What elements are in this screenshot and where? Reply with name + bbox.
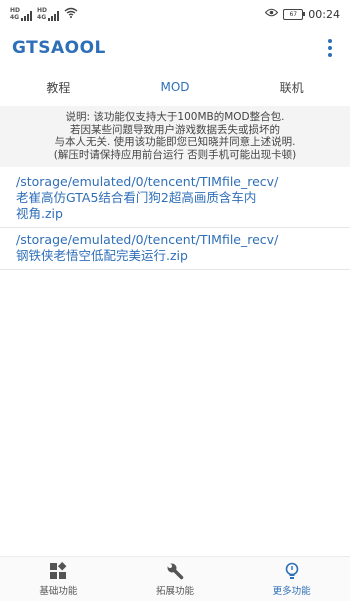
sim2-type: 4G bbox=[37, 14, 47, 21]
file-list: /storage/emulated/0/tencent/TIMfile_recv… bbox=[0, 170, 350, 270]
notice-panel: 说明: 该功能仅支持大于100MB的MOD整合包. 若因某些问题导致用户游戏数据… bbox=[0, 106, 350, 167]
file-path-line: 钢铁侠老悟空低配完美运行.zip bbox=[16, 248, 188, 263]
nav-label: 拓展功能 bbox=[156, 585, 195, 597]
file-path-line: /storage/emulated/0/tencent/TIMfile_recv… bbox=[16, 232, 279, 247]
eye-icon bbox=[265, 8, 279, 20]
status-bar: HD 4G HD 4G 67 00:24 bbox=[0, 0, 350, 28]
apps-icon bbox=[49, 561, 67, 580]
app-bar: GTSAOOL bbox=[0, 28, 350, 68]
notice-line: 若因某些问题导致用户游戏数据丢失或损坏的 bbox=[70, 123, 280, 136]
file-path-line: /storage/emulated/0/tencent/TIMfile_recv… bbox=[16, 174, 279, 189]
battery-icon: 67 bbox=[283, 8, 306, 20]
status-left: HD 4G HD 4G bbox=[10, 7, 78, 21]
overflow-menu-button[interactable] bbox=[324, 33, 336, 63]
wifi-icon bbox=[64, 7, 78, 21]
sim1-label: HD bbox=[10, 7, 21, 14]
clock: 00:24 bbox=[308, 7, 340, 21]
nav-more-functions[interactable]: 更多功能 bbox=[233, 557, 350, 601]
tab-mod[interactable]: MOD bbox=[117, 80, 234, 94]
tab-multiplayer[interactable]: 联机 bbox=[233, 79, 350, 96]
file-path-line: 视角.zip bbox=[16, 206, 63, 221]
bottom-nav: 基础功能 拓展功能 更多功能 bbox=[0, 556, 350, 601]
nav-basic-functions[interactable]: 基础功能 bbox=[0, 557, 117, 601]
notice-line: (解压时请保持应用前台运行 否则手机可能出现卡顿) bbox=[53, 148, 297, 161]
nav-extended-functions[interactable]: 拓展功能 bbox=[117, 557, 234, 601]
wrench-icon bbox=[166, 562, 184, 580]
sim1-type: 4G bbox=[10, 14, 20, 21]
bulb-icon bbox=[283, 562, 301, 580]
sim1-indicator: HD 4G bbox=[10, 7, 33, 21]
dot-icon bbox=[328, 53, 332, 57]
file-item[interactable]: /storage/emulated/0/tencent/TIMfile_recv… bbox=[0, 170, 350, 228]
notice-line: 与本人无关. 使用该功能即您已知晓并同意上述说明. bbox=[54, 136, 296, 148]
signal-icon bbox=[48, 11, 60, 21]
file-path-line: 老崔高仿GTA5结合看门狗2超高画质含车内 bbox=[16, 190, 257, 205]
dot-icon bbox=[328, 39, 332, 43]
signal-icon bbox=[21, 11, 33, 21]
app-title: GTSAOOL bbox=[12, 38, 106, 58]
dot-icon bbox=[328, 46, 332, 50]
file-item[interactable]: /storage/emulated/0/tencent/TIMfile_recv… bbox=[0, 228, 350, 270]
nav-label: 更多功能 bbox=[272, 585, 311, 597]
sim2-label: HD bbox=[37, 7, 48, 14]
sim2-indicator: HD 4G bbox=[37, 7, 60, 21]
notice-line: 说明: 该功能仅支持大于100MB的MOD整合包. bbox=[65, 111, 285, 123]
status-right: 67 00:24 bbox=[265, 8, 340, 21]
tab-tutorial[interactable]: 教程 bbox=[0, 79, 117, 96]
nav-label: 基础功能 bbox=[39, 585, 78, 597]
tab-bar: 教程 MOD 联机 bbox=[0, 72, 350, 102]
